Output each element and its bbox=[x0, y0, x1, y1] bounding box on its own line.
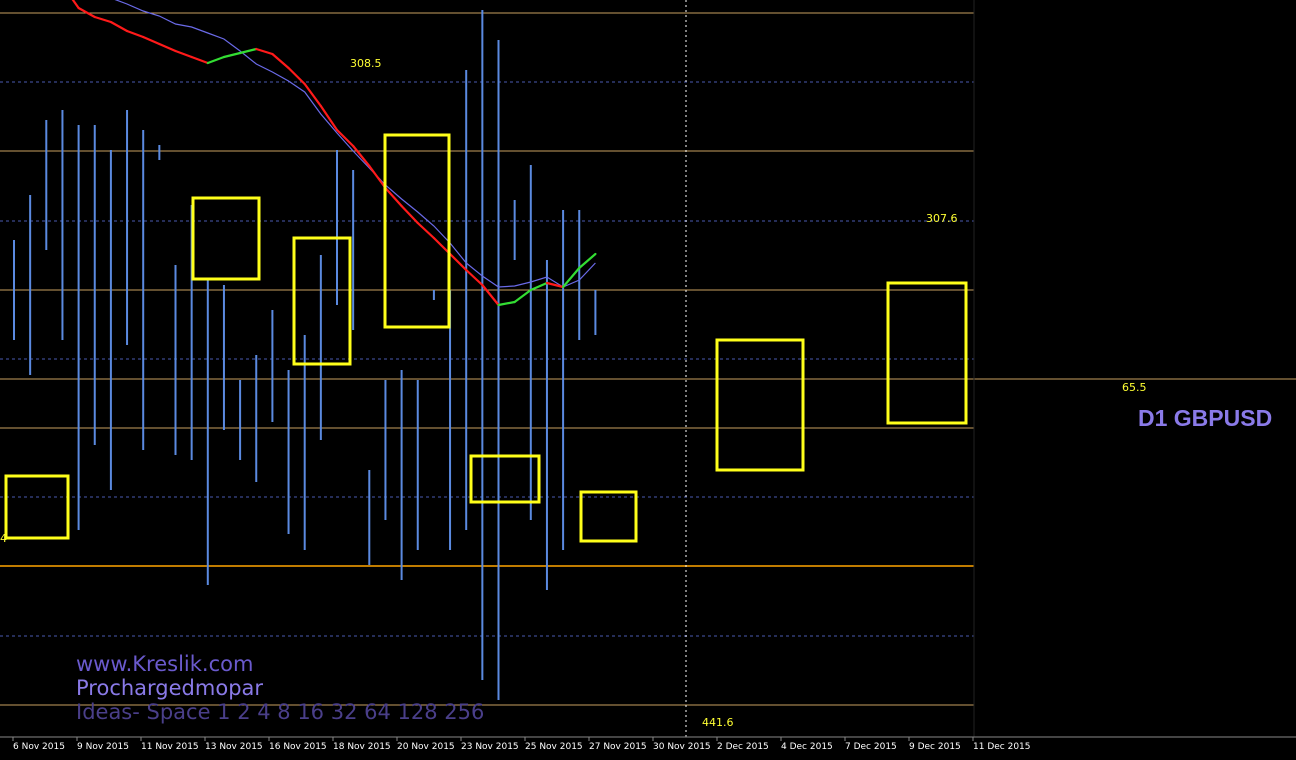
x-tick-label-9: 27 Nov 2015 bbox=[589, 742, 647, 752]
x-tick-label-0: 6 Nov 2015 bbox=[13, 742, 65, 752]
x-tick-label-13: 7 Dec 2015 bbox=[845, 742, 897, 752]
ma-fast-segment-29 bbox=[465, 268, 484, 287]
ma-fast-segment-23 bbox=[368, 164, 387, 190]
x-tick-label-5: 18 Nov 2015 bbox=[333, 742, 391, 752]
annotation-a5: 4 bbox=[0, 532, 7, 545]
ma-fast-segment-25 bbox=[400, 204, 419, 225]
ma-fast-segment-21 bbox=[335, 128, 355, 148]
x-tick-label-12: 4 Dec 2015 bbox=[781, 742, 833, 752]
ma-fast-segment-31 bbox=[497, 300, 516, 307]
watermark-author: Prochargedmopar bbox=[76, 676, 264, 700]
ma-fast-segment-33 bbox=[529, 281, 549, 292]
x-tick-label-11: 2 Dec 2015 bbox=[717, 742, 769, 752]
highlight-box-6 bbox=[579, 490, 638, 543]
ma-fast-segment-16 bbox=[255, 47, 274, 56]
x-tick-label-2: 11 Nov 2015 bbox=[141, 742, 199, 752]
highlight-box-3 bbox=[292, 236, 352, 366]
ma-fast-segment-6 bbox=[93, 15, 113, 24]
ma-fast-segment-17 bbox=[271, 52, 290, 70]
ma-fast-segment-11 bbox=[174, 49, 193, 59]
watermark-ideas: Ideas- Space 1 2 4 8 16 32 64 128 256 bbox=[76, 700, 485, 724]
annotation-a3: 65.5 bbox=[1122, 381, 1147, 394]
ma-fast-segment-13 bbox=[206, 55, 226, 65]
ma-fast-segment-9 bbox=[142, 35, 161, 46]
ma-fast-segment-14 bbox=[222, 51, 242, 59]
ma-fast-segment-15 bbox=[239, 47, 258, 55]
highlight-box-8 bbox=[886, 281, 968, 425]
price-chart: 308.5 307.6 65.5 441.6 4 6 Nov 2015 9 Nov 2015… bbox=[0, 0, 1296, 752]
highlight-box-2 bbox=[191, 196, 261, 281]
ma-fast-segment-8 bbox=[125, 29, 145, 39]
ma-fast-segment-22 bbox=[352, 144, 371, 168]
watermark-site: www.Kreslik.com bbox=[76, 652, 254, 676]
ma-fast-segment-30 bbox=[481, 283, 500, 307]
x-tick-label-7: 23 Nov 2015 bbox=[461, 742, 519, 752]
ma-fast-segment-28 bbox=[448, 252, 468, 272]
x-tick-label-10: 30 Nov 2015 bbox=[653, 742, 711, 752]
annotation-a2: 307.6 bbox=[926, 212, 958, 225]
ma-slow-line bbox=[114, 0, 596, 288]
ma-fast-segment-4 bbox=[71, 0, 80, 10]
ma-fast-segment-12 bbox=[190, 55, 209, 65]
x-tick-label-1: 9 Nov 2015 bbox=[77, 742, 129, 752]
ma-fast-segment-7 bbox=[109, 20, 129, 33]
ma-fast-segment-20 bbox=[319, 104, 339, 132]
highlight-box-7 bbox=[715, 338, 805, 472]
annotation-a1: 308.5 bbox=[350, 57, 382, 70]
ma-fast-segment-10 bbox=[158, 42, 177, 53]
bottom-bar bbox=[0, 754, 1296, 760]
x-tick-label-15: 11 Dec 2015 bbox=[973, 742, 1031, 752]
ma-fast-segment-32 bbox=[513, 288, 532, 304]
x-tick-label-6: 20 Nov 2015 bbox=[397, 742, 455, 752]
symbol-label: D1 GBPUSD bbox=[1138, 405, 1273, 431]
highlight-box-1 bbox=[4, 474, 70, 540]
x-tick-label-14: 9 Dec 2015 bbox=[909, 742, 961, 752]
annotation-a4: 441.6 bbox=[702, 716, 734, 729]
highlight-box-5 bbox=[469, 454, 541, 504]
x-tick-label-8: 25 Nov 2015 bbox=[525, 742, 583, 752]
x-tick-label-3: 13 Nov 2015 bbox=[205, 742, 263, 752]
ma-fast-segment-26 bbox=[416, 221, 435, 240]
x-tick-label-4: 16 Nov 2015 bbox=[269, 742, 327, 752]
